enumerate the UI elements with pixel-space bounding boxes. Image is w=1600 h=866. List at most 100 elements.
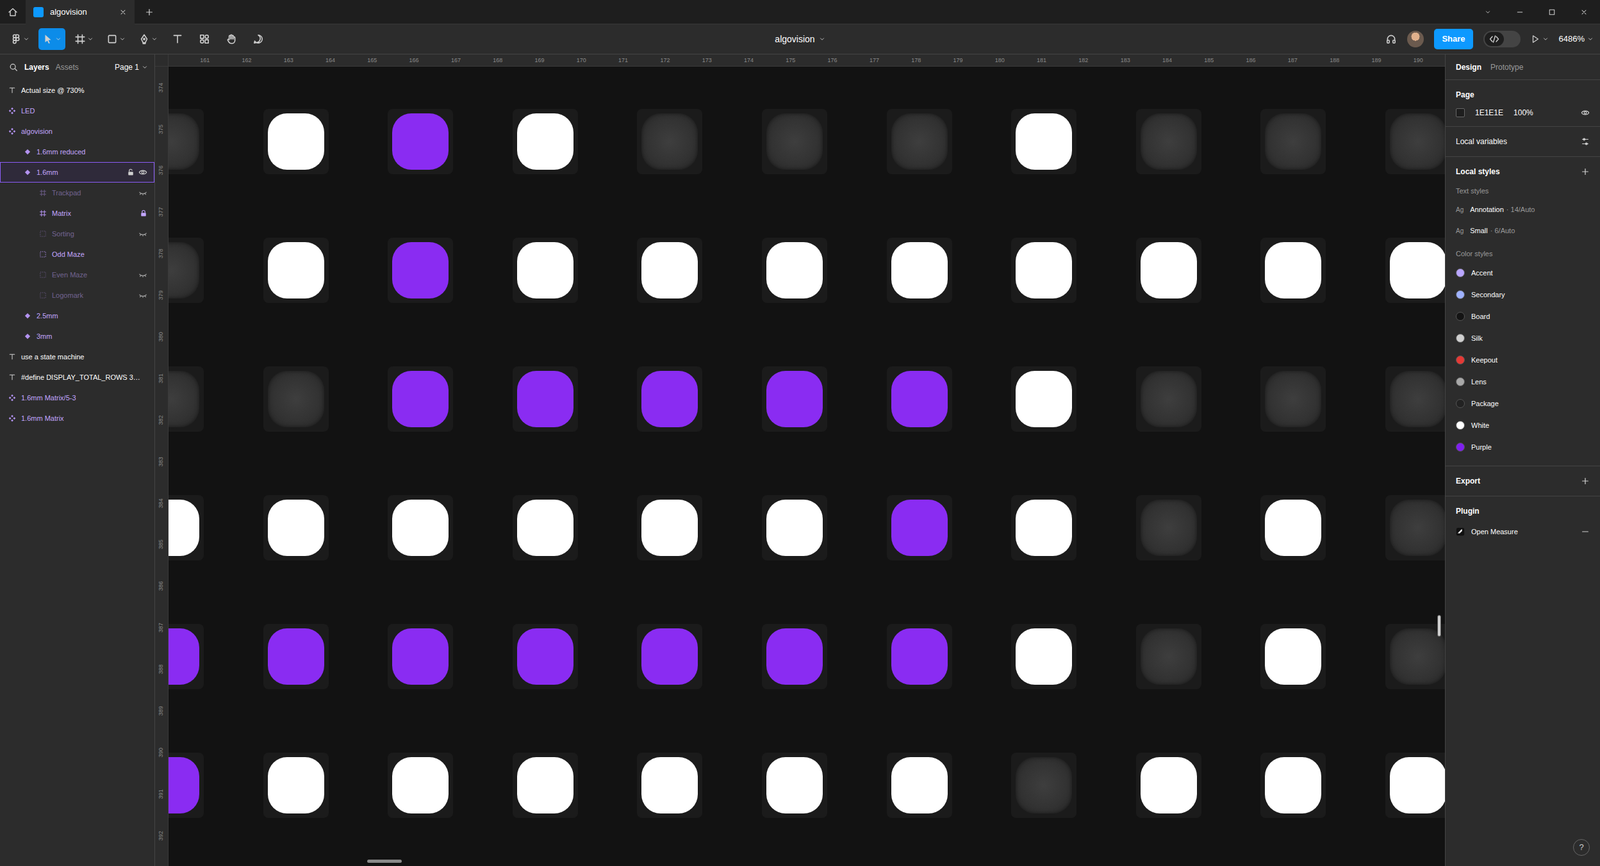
chevron-down-icon[interactable] xyxy=(87,35,94,43)
user-avatar[interactable] xyxy=(1407,30,1424,48)
color-swatch[interactable] xyxy=(1455,377,1465,387)
close-icon[interactable] xyxy=(119,8,127,17)
color-swatch[interactable] xyxy=(1455,333,1465,343)
minimize-icon[interactable] xyxy=(1516,8,1524,17)
comment-icon[interactable] xyxy=(252,33,264,45)
layer-grid-icon[interactable] xyxy=(39,189,47,197)
page-fill-row[interactable]: 1E1E1E100% xyxy=(1455,107,1590,119)
color-swatch[interactable] xyxy=(1455,355,1465,365)
present-button[interactable] xyxy=(1530,34,1549,44)
style-detail[interactable]: · 14/Auto xyxy=(1506,204,1536,216)
led[interactable] xyxy=(168,757,200,814)
move-tool[interactable] xyxy=(38,28,66,50)
local-variables-label[interactable]: Local variables xyxy=(1455,135,1508,148)
layer-name[interactable]: Trackpad xyxy=(51,187,81,199)
eye-closed-icon[interactable] xyxy=(138,290,148,300)
led-cell[interactable] xyxy=(1011,237,1077,304)
maximize-icon[interactable] xyxy=(1548,8,1556,17)
plugin-row[interactable]: Open Measure xyxy=(1455,520,1590,543)
led-cell[interactable] xyxy=(263,237,329,304)
close-window-button[interactable] xyxy=(1567,0,1600,25)
layer-row[interactable]: Matrix xyxy=(0,203,155,224)
led-cell[interactable] xyxy=(1136,752,1202,819)
layer-text-icon[interactable] xyxy=(8,353,17,361)
led[interactable] xyxy=(267,499,325,557)
led-cell[interactable] xyxy=(1136,624,1202,690)
layer-name[interactable]: 1.6mm Matrix/5-3 xyxy=(21,392,77,404)
led-cell[interactable] xyxy=(886,237,953,304)
layer-component-icon[interactable] xyxy=(8,394,17,402)
layer-dashed-icon[interactable] xyxy=(39,271,47,279)
new-tab-button[interactable] xyxy=(134,7,165,17)
led[interactable] xyxy=(1264,242,1322,299)
led-cell[interactable] xyxy=(1136,495,1202,561)
led-cell[interactable] xyxy=(263,752,329,819)
home-icon[interactable] xyxy=(7,7,18,18)
layer-name[interactable]: Actual size @ 730% xyxy=(21,85,85,97)
plugin-icon[interactable] xyxy=(1455,527,1465,537)
led[interactable] xyxy=(168,242,200,299)
led[interactable] xyxy=(1389,371,1445,428)
led-cell[interactable] xyxy=(1385,752,1445,819)
led[interactable] xyxy=(267,371,325,428)
plus-icon[interactable] xyxy=(1580,476,1590,486)
color-style-row[interactable]: Lens xyxy=(1455,371,1590,393)
led[interactable] xyxy=(168,499,200,557)
color-swatch[interactable] xyxy=(1455,399,1465,409)
led[interactable] xyxy=(517,628,574,685)
led-cell[interactable] xyxy=(512,624,578,690)
chevron-down-icon[interactable] xyxy=(1484,8,1492,16)
home-button[interactable] xyxy=(0,0,26,25)
color-swatch[interactable] xyxy=(1455,420,1465,430)
layer-row[interactable]: Trackpad xyxy=(0,182,155,204)
layer-row[interactable]: Actual size @ 730% xyxy=(0,80,155,101)
variables-button[interactable] xyxy=(1580,137,1590,147)
led-cell[interactable] xyxy=(1011,495,1077,561)
led-cell[interactable] xyxy=(512,366,578,432)
led-cell[interactable] xyxy=(168,366,204,432)
shape-icon[interactable] xyxy=(106,33,118,45)
panel-tab[interactable]: Layers xyxy=(24,61,50,74)
layer-row[interactable]: Even Maze xyxy=(0,264,155,286)
resources-tool[interactable] xyxy=(193,28,216,50)
style-detail[interactable]: · 6/Auto xyxy=(1490,225,1516,237)
led[interactable] xyxy=(766,757,823,814)
color-style-name[interactable]: Secondary xyxy=(1471,289,1506,301)
add-style-button[interactable] xyxy=(1580,167,1590,177)
layer-row[interactable]: 3mm xyxy=(0,326,155,347)
led[interactable] xyxy=(168,371,200,428)
led-cell[interactable] xyxy=(263,624,329,690)
style-label[interactable]: Annotation· 14/Auto xyxy=(1469,204,1535,216)
tab-close-button[interactable] xyxy=(119,8,127,17)
color-style-name[interactable]: Lens xyxy=(1471,376,1487,388)
led[interactable] xyxy=(1140,113,1197,170)
text-tool[interactable] xyxy=(166,28,189,50)
layer-row[interactable]: Sorting xyxy=(0,223,155,245)
hand-tool[interactable] xyxy=(220,28,243,50)
chevron-down-icon[interactable] xyxy=(1587,35,1594,43)
text-icon[interactable] xyxy=(171,33,184,45)
eye-closed-icon[interactable] xyxy=(138,188,148,198)
layer-name[interactable]: #define DISPLAY_TOTAL_ROWS 3… xyxy=(21,372,141,384)
visibility-toggle[interactable] xyxy=(1580,108,1590,118)
layer-variant-icon[interactable] xyxy=(23,332,32,341)
page-selector[interactable]: Page 1 xyxy=(114,61,149,74)
zoom-level[interactable]: 6486% xyxy=(1558,32,1585,46)
led-cell[interactable] xyxy=(1011,366,1077,432)
led[interactable] xyxy=(891,242,948,299)
eye-icon[interactable] xyxy=(138,167,148,177)
led[interactable] xyxy=(891,499,948,557)
plus-icon[interactable] xyxy=(144,7,154,17)
maximize-button[interactable] xyxy=(1535,0,1568,25)
fill-hex[interactable]: 1E1E1E xyxy=(1475,107,1504,119)
shape-tool[interactable] xyxy=(102,28,130,50)
file-name[interactable]: algovision xyxy=(774,32,825,47)
led-cell[interactable] xyxy=(512,752,578,819)
led-cell[interactable] xyxy=(886,624,953,690)
led-cell[interactable] xyxy=(1260,752,1326,819)
chevron-down-icon[interactable] xyxy=(141,64,149,71)
led-cell[interactable] xyxy=(263,495,329,561)
layer-dashed-icon[interactable] xyxy=(39,230,47,238)
layer-row[interactable]: Odd Maze xyxy=(0,244,155,265)
led[interactable] xyxy=(392,499,449,557)
